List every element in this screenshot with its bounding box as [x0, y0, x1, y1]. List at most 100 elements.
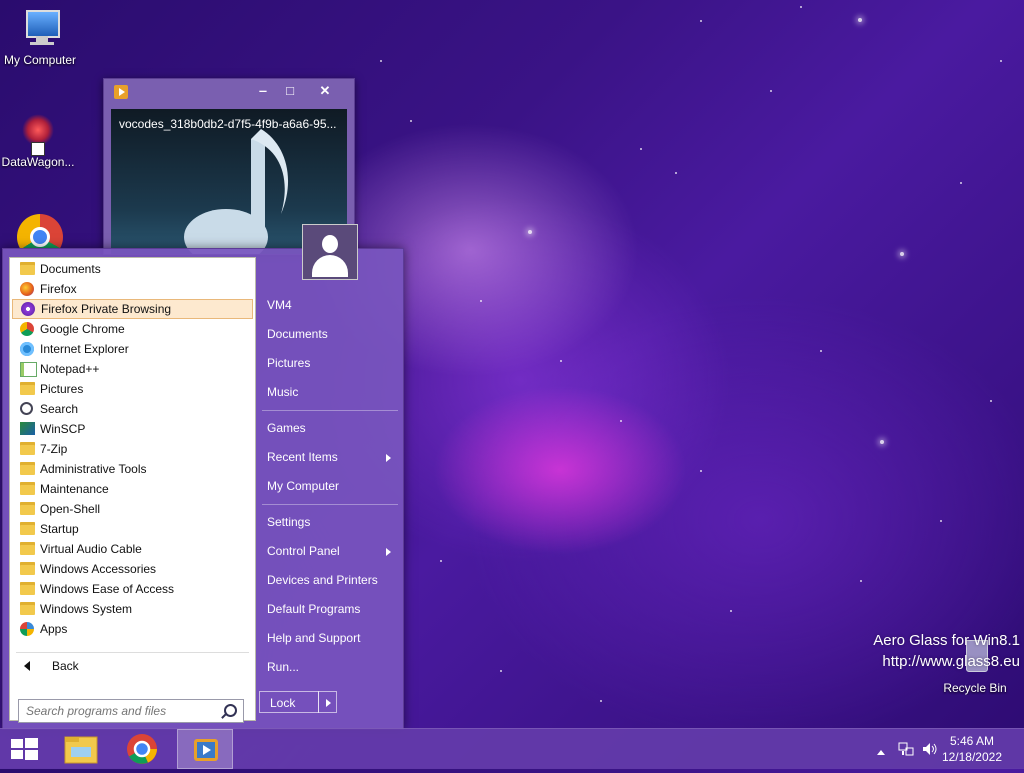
start-link-label: Games [267, 421, 306, 435]
program-label: Startup [40, 522, 79, 536]
start-link-label: Run... [267, 660, 300, 674]
program-label: Apps [40, 622, 68, 636]
windows-logo-icon [11, 738, 38, 760]
programs-panel: Documents Firefox Firefox Private Browsing… [9, 257, 256, 723]
start-menu: Documents Firefox Firefox Private Browsing… [2, 224, 404, 730]
divider [262, 504, 398, 505]
program-item[interactable]: Open-Shell [10, 499, 255, 519]
start-link-run[interactable]: Run... [259, 655, 399, 679]
start-link-label: Settings [267, 515, 311, 529]
start-link-games[interactable]: Games [259, 416, 399, 440]
submenu-arrow-icon [386, 454, 391, 462]
program-item[interactable]: Startup [10, 519, 255, 539]
chrome-icon [17, 212, 63, 248]
start-button[interactable] [0, 729, 48, 769]
start-link-vm4[interactable]: VM4 [259, 293, 399, 317]
program-label: Firefox Private Browsing [41, 302, 172, 316]
network-icon[interactable] [898, 742, 914, 759]
search-input[interactable] [24, 700, 218, 722]
minimize-button[interactable]: ‒ [250, 81, 276, 101]
program-item[interactable]: Search [10, 399, 255, 419]
back-label: Back [52, 659, 79, 673]
program-item[interactable]: WinSCP [10, 419, 255, 439]
program-item[interactable]: Notepad++ [10, 359, 255, 379]
search-icon[interactable] [224, 704, 237, 717]
program-label: Search [40, 402, 79, 416]
desktop-icon-my-computer[interactable]: My Computer [0, 6, 80, 67]
show-hidden-icons-button[interactable] [876, 745, 886, 759]
start-link-default-programs[interactable]: Default Programs [259, 597, 399, 621]
program-label: Google Chrome [40, 322, 125, 336]
ie-icon [20, 342, 34, 356]
program-item[interactable]: Windows Accessories [10, 559, 255, 579]
start-link-pictures[interactable]: Pictures [259, 351, 399, 375]
program-item[interactable]: Maintenance [10, 479, 255, 499]
program-label: Administrative Tools [40, 462, 147, 476]
program-item[interactable]: Windows System [10, 599, 255, 619]
program-item[interactable]: Internet Explorer [10, 339, 255, 359]
watermark-line1: Aero Glass for Win8.1 [873, 632, 1020, 649]
media-player-taskbar-button[interactable] [177, 729, 233, 769]
aero-glass-watermark: Aero Glass for Win8.1 http://www.glass8.… [873, 630, 1020, 672]
maximize-button[interactable]: □ [277, 81, 303, 101]
clock[interactable]: 5:46 AM 12/18/2022 [942, 733, 1002, 765]
user-avatar[interactable] [302, 224, 358, 280]
start-link-my-computer[interactable]: My Computer [259, 474, 399, 498]
program-item[interactable]: Windows Ease of Access [10, 579, 255, 599]
start-link-documents[interactable]: Documents [259, 322, 399, 346]
desktop-icon-chrome[interactable] [0, 212, 80, 248]
file-explorer-button[interactable] [57, 729, 105, 769]
start-link-label: Music [267, 385, 299, 399]
start-link-help-and-support[interactable]: Help and Support [259, 626, 399, 650]
program-item[interactable]: Firefox Private Browsing [12, 299, 253, 319]
volume-icon[interactable] [922, 742, 938, 759]
desktop-icon-label: My Computer [3, 53, 77, 67]
start-link-label: Recent Items [267, 450, 338, 464]
close-button[interactable]: ✕ [304, 81, 346, 101]
program-item[interactable]: 7-Zip [10, 439, 255, 459]
program-item[interactable]: Documents [10, 259, 255, 279]
start-link-devices-and-printers[interactable]: Devices and Printers [259, 568, 399, 592]
lock-button[interactable]: Lock [259, 691, 319, 713]
back-button[interactable]: Back [10, 656, 255, 676]
folder-icon [20, 562, 35, 575]
desktop-icon-datawagon[interactable]: DataWagon... [0, 112, 78, 169]
program-label: Internet Explorer [40, 342, 129, 356]
datawagon-icon [18, 112, 58, 156]
chrome-icon [20, 322, 34, 336]
program-label: Documents [40, 262, 101, 276]
firefox-private-icon [21, 302, 35, 316]
folder-icon [20, 502, 35, 515]
computer-icon [18, 6, 62, 50]
program-item[interactable]: Apps [10, 619, 255, 639]
start-link-settings[interactable]: Settings [259, 510, 399, 534]
start-link-label: Help and Support [267, 631, 361, 645]
start-link-label: Pictures [267, 356, 311, 370]
program-label: Windows Accessories [40, 562, 157, 576]
program-label: Firefox [40, 282, 77, 296]
chrome-taskbar-button[interactable] [118, 729, 166, 769]
program-label: Open-Shell [40, 502, 101, 516]
start-link-label: Documents [267, 327, 328, 341]
programs-list: Documents Firefox Firefox Private Browsing… [10, 258, 255, 639]
program-item[interactable]: Google Chrome [10, 319, 255, 339]
power-options-button[interactable] [318, 691, 337, 713]
program-item[interactable]: Firefox [10, 279, 255, 299]
program-item[interactable]: Pictures [10, 379, 255, 399]
window-titlebar[interactable]: ‒ □ ✕ [104, 79, 354, 105]
program-item[interactable]: Administrative Tools [10, 459, 255, 479]
firefox-icon [20, 282, 34, 296]
folder-icon [20, 582, 35, 595]
media-title: vocodes_318b0db2-d7f5-4f9b-a6a6-95... [119, 117, 337, 131]
start-link-label: Default Programs [267, 602, 361, 616]
folder-icon [20, 262, 35, 275]
start-link-control-panel[interactable]: Control Panel [259, 539, 399, 563]
program-label: 7-Zip [40, 442, 68, 456]
program-item[interactable]: Virtual Audio Cable [10, 539, 255, 559]
search-box[interactable] [18, 699, 244, 723]
start-link-music[interactable]: Music [259, 380, 399, 404]
program-label: Pictures [40, 382, 84, 396]
clock-date: 12/18/2022 [941, 750, 1002, 764]
program-label: Windows Ease of Access [40, 582, 175, 596]
start-link-recent-items[interactable]: Recent Items [259, 445, 399, 469]
